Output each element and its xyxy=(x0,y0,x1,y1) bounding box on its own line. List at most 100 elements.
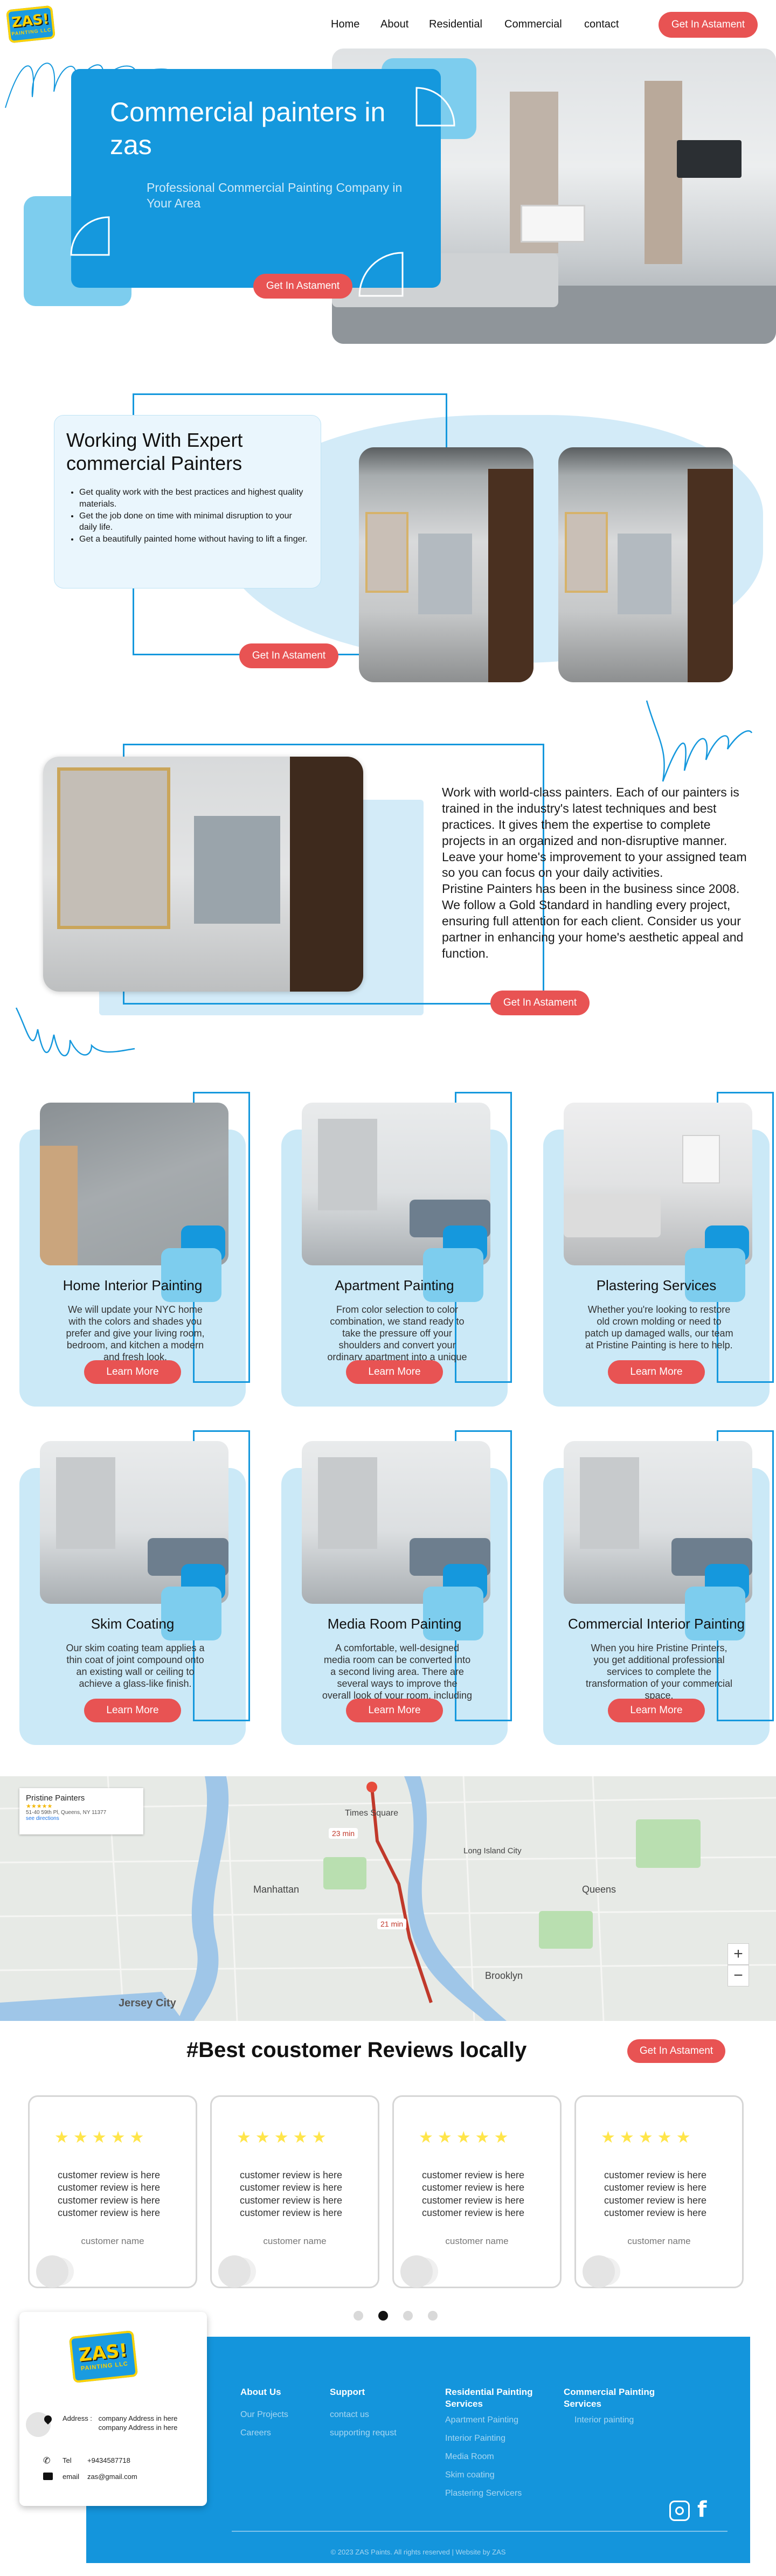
footer-col-about: About Us Our Projects Careers xyxy=(240,2386,288,2442)
carousel-dot[interactable] xyxy=(354,2311,363,2321)
nav-commercial[interactable]: Commercial xyxy=(504,18,562,31)
reviews-title: #Best coustomer Reviews locally xyxy=(186,2038,527,2062)
phone-icon: ✆ xyxy=(43,2455,51,2466)
expert-bullet: Get a beautifully painted home without h… xyxy=(79,534,309,545)
quarter-circle-decoration xyxy=(415,87,455,127)
map-label: Long Island City xyxy=(463,1846,522,1855)
learn-more-button[interactable]: Learn More xyxy=(346,1699,443,1722)
place-address: 51-40 59th Pl, Queens, NY 11377 xyxy=(26,1810,107,1816)
learn-more-button[interactable]: Learn More xyxy=(608,1699,705,1722)
footer-link[interactable]: Media Room xyxy=(445,2448,542,2466)
map[interactable]: Times Square Manhattan Queens 23 min 21 … xyxy=(0,1776,776,2021)
service-title: Apartment Painting xyxy=(335,1277,454,1293)
footer-logo[interactable]: ZAS! PAINTING LLC xyxy=(68,2330,138,2384)
review-stars: ★★★★★ xyxy=(237,2128,331,2147)
nav-residential[interactable]: Residential xyxy=(429,18,482,31)
service-card: Media Room Painting A comfortable, well-… xyxy=(281,1430,512,1748)
map-place-card: Pristine Painters ★★★★★ 51-40 59th Pl, Q… xyxy=(19,1788,143,1834)
map-label: Manhattan xyxy=(253,1884,300,1895)
hero-cta-button[interactable]: Get In Astament xyxy=(253,274,352,299)
service-title: Commercial Interior Painting xyxy=(567,1616,745,1632)
about-cta-button[interactable]: Get In Astament xyxy=(490,991,590,1015)
learn-more-button[interactable]: Learn More xyxy=(608,1360,705,1384)
zoom-out-button[interactable]: − xyxy=(728,1965,749,1986)
tel-label: Tel xyxy=(63,2456,72,2464)
scribble-decoration-3 xyxy=(15,1007,135,1057)
footer-link[interactable]: Interior painting xyxy=(574,2411,671,2429)
copyright: © 2023 ZAS Paints. All rights reserved |… xyxy=(330,2548,506,2556)
avatar xyxy=(36,2255,68,2288)
carousel-dot[interactable] xyxy=(403,2311,413,2321)
address-label: Address : xyxy=(63,2414,92,2422)
footer-link[interactable]: Plastering Servicers xyxy=(445,2484,542,2503)
footer-link[interactable]: Interior Painting xyxy=(445,2429,542,2448)
service-title: Plastering Services xyxy=(596,1277,717,1293)
email-icon xyxy=(43,2473,53,2480)
service-card: Commercial Interior Painting When you hi… xyxy=(543,1430,774,1748)
review-customer-name: customer name xyxy=(263,2236,327,2246)
service-desc: Whether you're looking to restore old cr… xyxy=(585,1304,733,1351)
review-customer-name: customer name xyxy=(81,2236,144,2246)
hero-subtitle: Professional Commercial Painting Company… xyxy=(147,181,403,210)
learn-more-button[interactable]: Learn More xyxy=(84,1360,181,1384)
hero-title: Commercial painters in zas xyxy=(110,97,386,160)
scribble-decoration-2 xyxy=(646,700,753,782)
footer-link[interactable]: Our Projects xyxy=(240,2406,288,2424)
expert-bullet: Get quality work with the best practices… xyxy=(79,487,309,510)
gallery-image-1 xyxy=(359,447,534,682)
directions-link[interactable]: see directions xyxy=(26,1816,137,1822)
service-title: Skim Coating xyxy=(91,1616,175,1632)
carousel-dot-active[interactable] xyxy=(378,2311,388,2321)
address-value: company Address in here company Address … xyxy=(98,2414,178,2432)
service-title: Media Room Painting xyxy=(327,1616,462,1632)
footer-link[interactable]: Careers xyxy=(240,2424,288,2442)
review-customer-name: customer name xyxy=(445,2236,509,2246)
footer-link[interactable]: contact us xyxy=(330,2406,397,2424)
map-label: Times Square xyxy=(345,1809,398,1818)
quarter-circle-decoration-2 xyxy=(70,216,110,256)
nav-cta-button[interactable]: Get In Astament xyxy=(659,12,758,38)
reviews-cta-button[interactable]: Get In Astament xyxy=(627,2039,725,2063)
service-desc: Our skim coating team applies a thin coa… xyxy=(66,1643,205,1689)
review-text: customer review is here customer review … xyxy=(58,2170,161,2219)
review-card: ★★★★★ customer review is here customer r… xyxy=(210,2095,379,2288)
facebook-icon[interactable]: f xyxy=(697,2497,706,2522)
footer-link[interactable]: Skim coating xyxy=(445,2466,542,2484)
review-text: customer review is here customer review … xyxy=(422,2170,525,2219)
avatar xyxy=(583,2255,615,2288)
email-value[interactable]: zas@gmail.com xyxy=(87,2473,137,2481)
footer-col-support: Support contact us supporting requst xyxy=(330,2386,397,2442)
service-card: Skim Coating Our skim coating team appli… xyxy=(19,1430,250,1748)
about-paragraph: Work with world-class painters. Each of … xyxy=(442,785,747,960)
tel-value: +9434587718 xyxy=(87,2456,130,2464)
expert-card: Working With Expert commercial Painters … xyxy=(54,415,321,588)
avatar xyxy=(400,2255,433,2288)
footer-contact-card: ZAS! PAINTING LLC Address : company Addr… xyxy=(19,2312,207,2506)
expert-cta-button[interactable]: Get In Astament xyxy=(239,643,338,668)
service-card: Apartment Painting From color selection … xyxy=(281,1092,512,1410)
place-name: Pristine Painters xyxy=(26,1793,85,1803)
email-label: email xyxy=(63,2473,80,2481)
about-room-image xyxy=(43,757,363,992)
service-card: Plastering Services Whether you're looki… xyxy=(543,1092,774,1410)
carousel-dot[interactable] xyxy=(428,2311,438,2321)
footer-link[interactable]: Apartment Painting xyxy=(445,2411,542,2429)
hero-card: Commercial painters in zas Professional … xyxy=(70,69,455,297)
nav-contact[interactable]: contact xyxy=(584,18,619,31)
review-card: ★★★★★ customer review is here customer r… xyxy=(392,2095,562,2288)
zoom-in-button[interactable]: + xyxy=(728,1943,749,1965)
instagram-icon[interactable] xyxy=(669,2501,690,2521)
learn-more-button[interactable]: Learn More xyxy=(346,1360,443,1384)
expert-bullet: Get the job done on time with minimal di… xyxy=(79,510,309,534)
footer-divider xyxy=(232,2531,728,2532)
expert-title: Working With Expert commercial Painters xyxy=(66,429,243,475)
nav-home[interactable]: Home xyxy=(331,18,359,31)
service-title: Home Interior Painting xyxy=(63,1277,203,1293)
nav-about[interactable]: About xyxy=(380,18,408,31)
learn-more-button[interactable]: Learn More xyxy=(84,1699,181,1722)
map-label: Brooklyn xyxy=(485,1970,523,1981)
review-text: customer review is here customer review … xyxy=(604,2170,707,2219)
service-card: Home Interior Painting We will update yo… xyxy=(19,1092,250,1410)
map-label: Jersey City xyxy=(119,1997,176,2009)
footer-link[interactable]: supporting requst xyxy=(330,2424,397,2442)
